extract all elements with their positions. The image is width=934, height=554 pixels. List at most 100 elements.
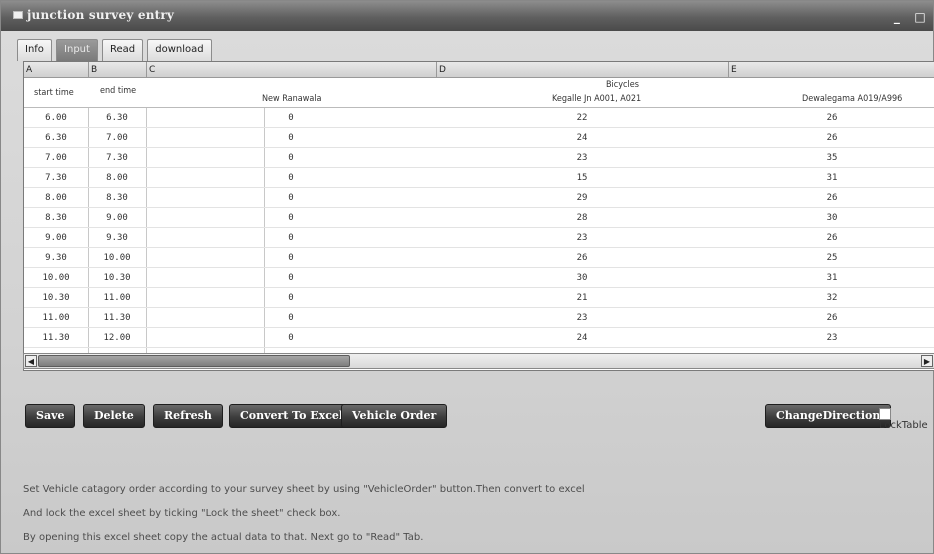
lock-table-checkbox[interactable]: LockTable xyxy=(879,408,933,431)
tab-download[interactable]: download xyxy=(147,39,212,61)
cell-col-e[interactable]: 35 xyxy=(728,148,934,168)
header-col-d[interactable]: Kegalle Jn A001, A021 xyxy=(552,94,641,104)
cell-col-e[interactable]: 32 xyxy=(728,288,934,308)
table-row[interactable]: 8.00 8.30 0 29 26 xyxy=(24,188,934,208)
cell-start-time[interactable]: 7.30 xyxy=(24,168,88,188)
cell-col-e[interactable]: 30 xyxy=(728,208,934,228)
cell-col-c[interactable]: 0 xyxy=(146,188,436,208)
scroll-thumb[interactable] xyxy=(38,355,350,367)
restore-button[interactable]: □ xyxy=(913,10,927,24)
table-row[interactable]: 6.30 7.00 0 24 26 xyxy=(24,128,934,148)
cell-col-d[interactable]: 22 xyxy=(436,108,728,128)
column-letter-d[interactable]: D xyxy=(436,62,728,78)
table-row[interactable]: 6.00 6.30 0 22 26 xyxy=(24,108,934,128)
cell-end-time[interactable]: 11.30 xyxy=(88,308,146,328)
cell-col-d[interactable]: 23 xyxy=(436,148,728,168)
convert-to-excel-button[interactable]: Convert To Excel xyxy=(229,404,355,428)
cell-col-e[interactable]: 31 xyxy=(728,168,934,188)
cell-start-time[interactable]: 11.00 xyxy=(24,308,88,328)
cell-end-time[interactable]: 9.00 xyxy=(88,208,146,228)
cell-col-c[interactable]: 0 xyxy=(146,268,436,288)
cell-col-c[interactable]: 0 xyxy=(146,148,436,168)
column-letter-c[interactable]: C xyxy=(146,62,436,78)
cell-start-time[interactable]: 6.30 xyxy=(24,128,88,148)
cell-end-time[interactable]: 10.30 xyxy=(88,268,146,288)
header-col-c[interactable]: New Ranawala xyxy=(262,94,322,104)
cell-col-c[interactable]: 0 xyxy=(146,328,436,348)
tab-input[interactable]: Input xyxy=(56,39,98,61)
scroll-right-icon[interactable]: ▶ xyxy=(921,355,933,367)
scroll-left-icon[interactable]: ◀ xyxy=(25,355,37,367)
cell-end-time[interactable]: 8.30 xyxy=(88,188,146,208)
cell-col-d[interactable]: 26 xyxy=(436,248,728,268)
cell-col-e[interactable]: 26 xyxy=(728,308,934,328)
header-col-e[interactable]: Dewalegama A019/A996 xyxy=(802,94,902,104)
cell-col-e[interactable]: 26 xyxy=(728,128,934,148)
column-letter-e[interactable]: E xyxy=(728,62,934,78)
table-row[interactable]: 9.00 9.30 0 23 26 xyxy=(24,228,934,248)
cell-col-d[interactable]: 30 xyxy=(436,268,728,288)
cell-col-d[interactable]: 24 xyxy=(436,328,728,348)
column-letter-a[interactable]: A xyxy=(24,62,88,78)
cell-col-c[interactable]: 0 xyxy=(146,228,436,248)
table-row[interactable]: 7.00 7.30 0 23 35 xyxy=(24,148,934,168)
cell-col-d[interactable]: 24 xyxy=(436,128,728,148)
cell-start-time[interactable]: 9.00 xyxy=(24,228,88,248)
header-end-time[interactable]: end time xyxy=(100,86,136,96)
cell-col-d[interactable]: 21 xyxy=(436,288,728,308)
cell-end-time[interactable]: 10.00 xyxy=(88,248,146,268)
table-row[interactable]: 10.30 11.00 0 21 32 xyxy=(24,288,934,308)
table-row[interactable]: 9.30 10.00 0 26 25 xyxy=(24,248,934,268)
minimize-button[interactable]: _ xyxy=(890,10,904,24)
cell-col-e[interactable]: 23 xyxy=(728,328,934,348)
cell-col-e[interactable]: 26 xyxy=(728,228,934,248)
save-button[interactable]: Save xyxy=(25,404,76,428)
cell-col-c[interactable]: 0 xyxy=(146,288,436,308)
cell-start-time[interactable]: 8.30 xyxy=(24,208,88,228)
change-direction-button[interactable]: ChangeDirection xyxy=(765,404,892,428)
cell-start-time[interactable]: 11.30 xyxy=(24,328,88,348)
column-letter-b[interactable]: B xyxy=(88,62,146,78)
cell-end-time[interactable]: 11.00 xyxy=(88,288,146,308)
cell-start-time[interactable]: 6.00 xyxy=(24,108,88,128)
cell-start-time[interactable]: 10.30 xyxy=(24,288,88,308)
cell-col-c[interactable]: 0 xyxy=(146,128,436,148)
header-group-bicycles[interactable]: Bicycles xyxy=(606,80,639,90)
cell-end-time[interactable]: 9.30 xyxy=(88,228,146,248)
cell-col-d[interactable]: 29 xyxy=(436,188,728,208)
tab-info[interactable]: Info xyxy=(17,39,52,61)
cell-col-c[interactable]: 0 xyxy=(146,168,436,188)
lock-table-box[interactable] xyxy=(879,408,891,420)
cell-col-c[interactable]: 0 xyxy=(146,108,436,128)
cell-col-d[interactable]: 23 xyxy=(436,308,728,328)
table-row[interactable]: 11.00 11.30 0 23 26 xyxy=(24,308,934,328)
cell-start-time[interactable]: 7.00 xyxy=(24,148,88,168)
cell-start-time[interactable]: 8.00 xyxy=(24,188,88,208)
cell-start-time[interactable]: 9.30 xyxy=(24,248,88,268)
table-row[interactable]: 10.00 10.30 0 30 31 xyxy=(24,268,934,288)
cell-end-time[interactable]: 6.30 xyxy=(88,108,146,128)
table-row[interactable]: 7.30 8.00 0 15 31 xyxy=(24,168,934,188)
cell-col-e[interactable]: 26 xyxy=(728,188,934,208)
table-row[interactable]: 11.30 12.00 0 24 23 xyxy=(24,328,934,348)
cell-col-e[interactable]: 25 xyxy=(728,248,934,268)
cell-start-time[interactable]: 10.00 xyxy=(24,268,88,288)
header-start-time[interactable]: start time xyxy=(34,88,74,98)
cell-col-d[interactable]: 28 xyxy=(436,208,728,228)
cell-col-c[interactable]: 0 xyxy=(146,208,436,228)
cell-end-time[interactable]: 7.30 xyxy=(88,148,146,168)
cell-col-c[interactable]: 0 xyxy=(146,248,436,268)
cell-col-d[interactable]: 15 xyxy=(436,168,728,188)
delete-button[interactable]: Delete xyxy=(83,404,145,428)
cell-col-d[interactable]: 23 xyxy=(436,228,728,248)
cell-col-c[interactable]: 0 xyxy=(146,308,436,328)
refresh-button[interactable]: Refresh xyxy=(153,404,223,428)
cell-end-time[interactable]: 8.00 xyxy=(88,168,146,188)
tab-read[interactable]: Read xyxy=(102,39,144,61)
cell-col-e[interactable]: 26 xyxy=(728,108,934,128)
table-row[interactable]: 8.30 9.00 0 28 30 xyxy=(24,208,934,228)
cell-end-time[interactable]: 12.00 xyxy=(88,328,146,348)
spreadsheet[interactable]: A B C D E start time end time Bicycles N… xyxy=(23,61,934,371)
cell-end-time[interactable]: 7.00 xyxy=(88,128,146,148)
vehicle-order-button[interactable]: Vehicle Order xyxy=(341,404,448,428)
